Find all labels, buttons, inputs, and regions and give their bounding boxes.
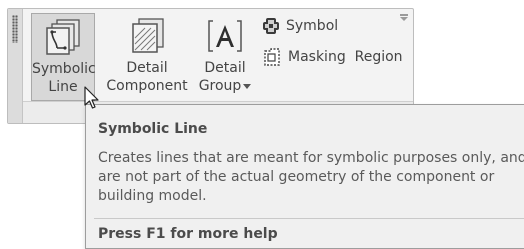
- detail-group-label-text: Group: [198, 78, 242, 94]
- panel-options-icon[interactable]: [397, 11, 411, 25]
- symbolic-line-label-1: Symbolic: [32, 61, 96, 77]
- masking-region-label: Masking Region: [288, 49, 403, 65]
- mouse-cursor-icon: [84, 86, 99, 109]
- panel-grip[interactable]: [8, 9, 23, 123]
- symbolic-line-icon: [46, 19, 80, 55]
- symbol-label: Symbol: [286, 18, 339, 34]
- symbol-icon: [263, 18, 279, 34]
- tooltip-divider: [94, 218, 524, 219]
- detail-group-label-1: Detail: [204, 60, 246, 76]
- tooltip: Symbolic Line Creates lines that are mea…: [85, 104, 524, 249]
- detail-component-label-2: Component: [106, 78, 188, 94]
- detail-group-icon: [208, 20, 242, 52]
- tooltip-description: Creates lines that are meant for symboli…: [98, 150, 524, 204]
- detail-group-button[interactable]: Detail Group: [195, 13, 255, 101]
- detail-component-button[interactable]: Detail Component: [106, 13, 188, 101]
- grip-dots-icon: [12, 15, 18, 43]
- chevron-down-icon[interactable]: [243, 83, 252, 89]
- masking-region-button[interactable]: Masking Region: [262, 46, 403, 68]
- detail-component-icon: [132, 18, 164, 53]
- tooltip-help-text: Press F1 for more help: [98, 226, 278, 242]
- masking-region-icon: [264, 48, 280, 66]
- detail-group-label-2: Group: [195, 77, 255, 95]
- tooltip-title: Symbolic Line: [98, 121, 208, 137]
- symbol-button[interactable]: Symbol: [262, 15, 338, 37]
- detail-component-label-1: Detail: [126, 60, 168, 76]
